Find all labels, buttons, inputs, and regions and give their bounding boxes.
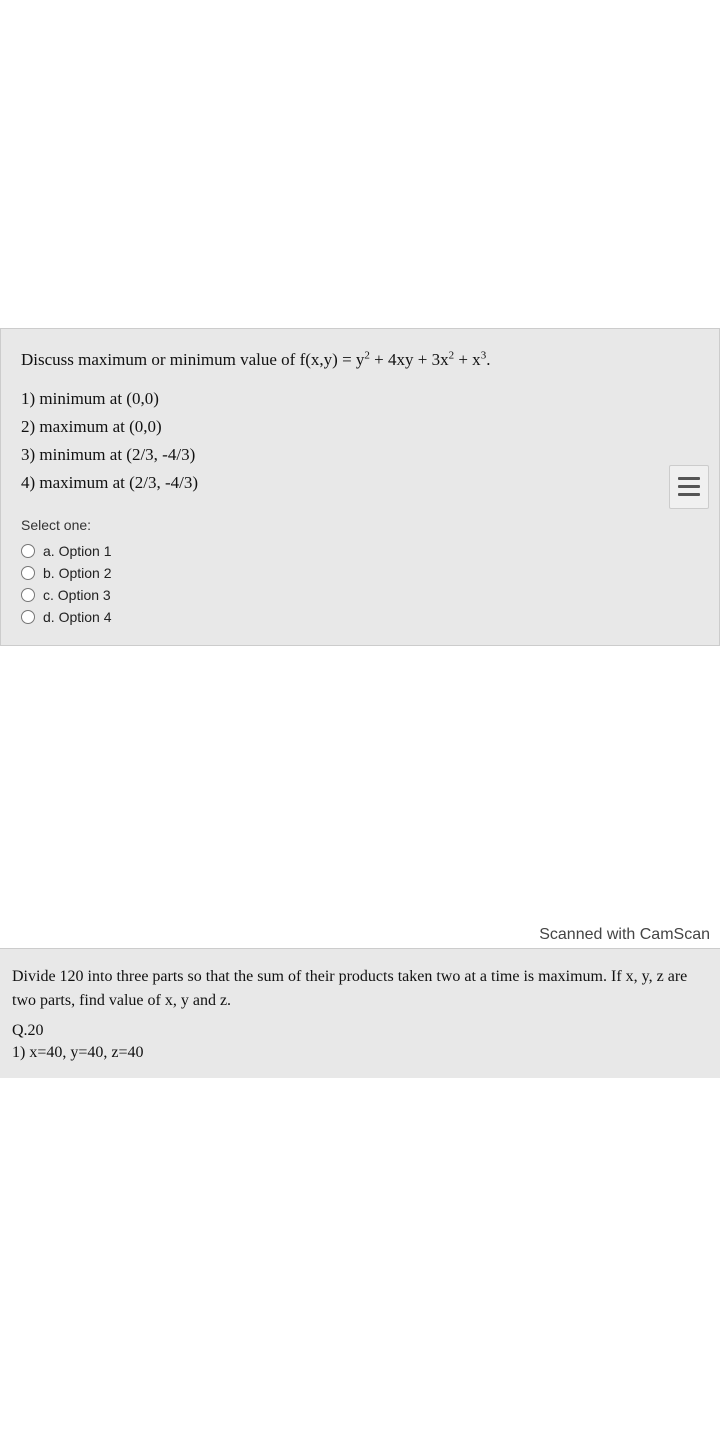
radio-label-a: a. Option 1 <box>43 543 112 559</box>
radio-option-c[interactable]: c. Option 3 <box>21 587 699 603</box>
bottom-section: Divide 120 into three parts so that the … <box>0 948 720 1079</box>
radio-input-c[interactable] <box>21 588 35 602</box>
radio-label-d: d. Option 4 <box>43 609 112 625</box>
radio-label-b: b. Option 2 <box>43 565 112 581</box>
option-2: 2) maximum at (0,0) <box>21 413 699 441</box>
menu-line-3 <box>678 493 700 496</box>
top-spacer <box>0 0 720 328</box>
radio-input-b[interactable] <box>21 566 35 580</box>
option-1: 1) minimum at (0,0) <box>21 385 699 413</box>
question-card: Discuss maximum or minimum value of f(x,… <box>0 328 720 646</box>
menu-button[interactable] <box>669 465 709 509</box>
bottom-spacer <box>0 1078 720 1338</box>
radio-options-group: a. Option 1 b. Option 2 c. Option 3 d. O… <box>21 543 699 625</box>
radio-input-a[interactable] <box>21 544 35 558</box>
option-3: 3) minimum at (2/3, -4/3) <box>21 441 699 469</box>
question-text: Discuss maximum or minimum value of f(x,… <box>21 347 699 373</box>
bottom-question-text: Divide 120 into three parts so that the … <box>12 965 708 1015</box>
menu-line-1 <box>678 477 700 480</box>
radio-option-a[interactable]: a. Option 1 <box>21 543 699 559</box>
camscanner-watermark: Scanned with CamScan <box>0 926 720 948</box>
bottom-q-label: Q.20 <box>12 1022 708 1040</box>
middle-spacer <box>0 646 720 926</box>
radio-option-d[interactable]: d. Option 4 <box>21 609 699 625</box>
options-list: 1) minimum at (0,0) 2) maximum at (0,0) … <box>21 385 699 497</box>
radio-input-d[interactable] <box>21 610 35 624</box>
radio-option-b[interactable]: b. Option 2 <box>21 565 699 581</box>
radio-label-c: c. Option 3 <box>43 587 111 603</box>
bottom-answer-line: 1) x=40, y=40, z=40 <box>12 1044 708 1062</box>
menu-line-2 <box>678 485 700 488</box>
select-one-label: Select one: <box>21 517 699 533</box>
option-4: 4) maximum at (2/3, -4/3) <box>21 469 699 497</box>
